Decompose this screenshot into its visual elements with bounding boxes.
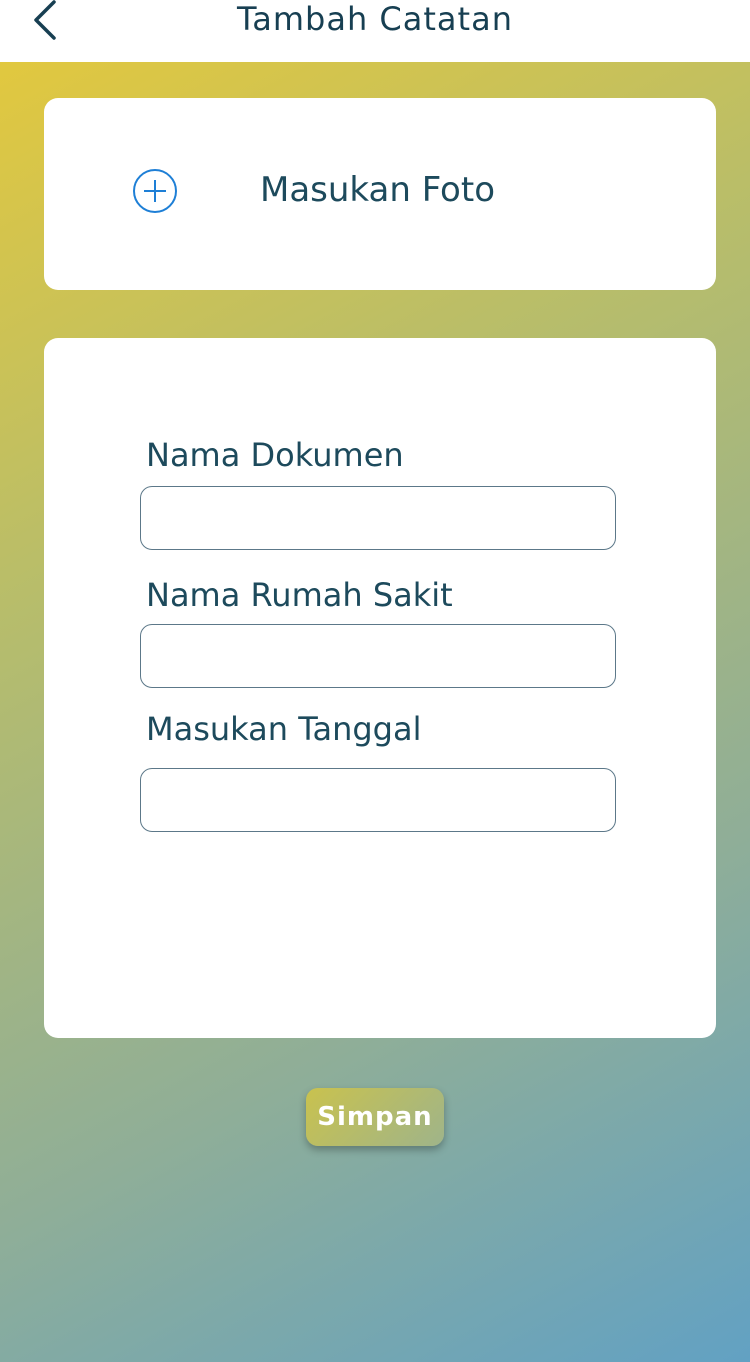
save-button[interactable]: Simpan <box>306 1088 444 1146</box>
page-title: Tambah Catatan <box>237 0 513 38</box>
plus-circle-icon[interactable] <box>132 168 178 214</box>
date-label: Masukan Tanggal <box>146 710 422 748</box>
hospital-name-label: Nama Rumah Sakit <box>146 576 453 614</box>
date-input[interactable] <box>140 768 616 832</box>
document-form: Nama Dokumen Nama Rumah Sakit Masukan Ta… <box>44 338 716 1038</box>
app-header: Tambah Catatan <box>0 0 750 62</box>
hospital-name-input[interactable] <box>140 624 616 688</box>
add-photo-card[interactable]: Masukan Foto <box>44 98 716 290</box>
document-name-input[interactable] <box>140 486 616 550</box>
document-name-label: Nama Dokumen <box>146 436 404 474</box>
add-photo-label: Masukan Foto <box>260 170 495 210</box>
